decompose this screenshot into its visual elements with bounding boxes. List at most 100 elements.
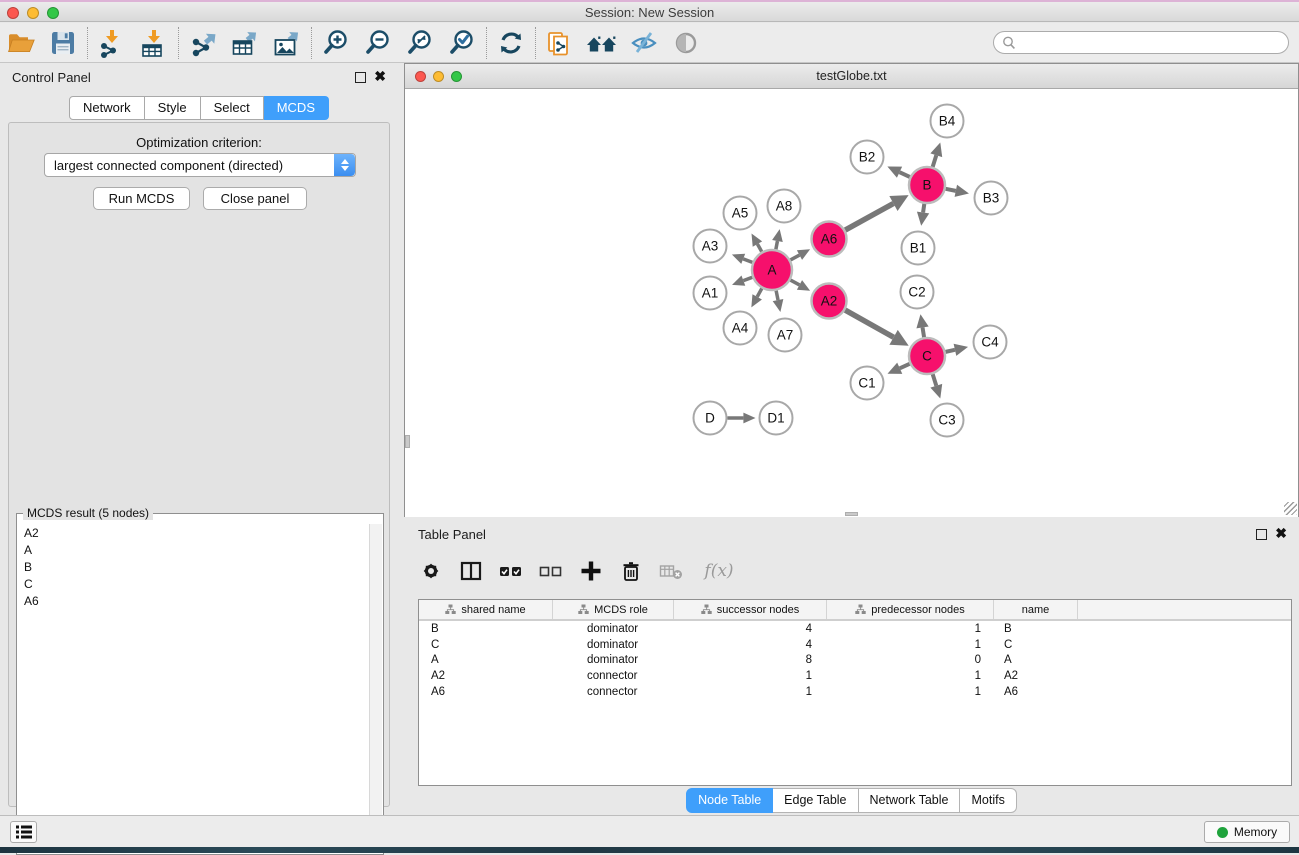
- window-resize-grip[interactable]: [1284, 502, 1297, 515]
- result-list-item[interactable]: B: [18, 558, 370, 575]
- tab-motifs[interactable]: Motifs: [960, 788, 1016, 813]
- cell-predecessor-nodes[interactable]: 1: [827, 686, 994, 698]
- export-image-button[interactable]: [266, 25, 308, 61]
- cell-successor-nodes[interactable]: 8: [674, 654, 827, 666]
- cell-predecessor-nodes[interactable]: 1: [827, 623, 994, 635]
- deselect-all-button[interactable]: [538, 557, 564, 585]
- cell-name[interactable]: A2: [994, 670, 1078, 682]
- edge-C-C2[interactable]: [923, 327, 925, 337]
- edge-A-A7[interactable]: [776, 291, 778, 300]
- cell-shared-name[interactable]: A: [419, 654, 553, 666]
- edge-A-A2[interactable]: [790, 280, 799, 285]
- hide-graphics-details-button[interactable]: [623, 25, 665, 61]
- result-list-item[interactable]: A6: [18, 592, 370, 609]
- select-all-button[interactable]: [498, 557, 524, 585]
- cell-predecessor-nodes[interactable]: 1: [827, 639, 994, 651]
- result-list-item[interactable]: A: [18, 541, 370, 558]
- cell-name[interactable]: C: [994, 639, 1078, 651]
- cell-shared-name[interactable]: A2: [419, 670, 553, 682]
- home-button[interactable]: [581, 25, 623, 61]
- function-builder-button[interactable]: f(x): [698, 557, 740, 585]
- save-session-button[interactable]: [42, 25, 84, 61]
- network-window-titlebar[interactable]: testGlobe.txt: [405, 64, 1298, 89]
- edge-A6-B[interactable]: [845, 203, 893, 230]
- table-row[interactable]: Cdominator41C: [419, 637, 1291, 653]
- import-table-button[interactable]: [133, 25, 175, 61]
- float-panel-icon[interactable]: [1256, 529, 1267, 540]
- edge-A-A5[interactable]: [757, 244, 761, 252]
- edge-A-A1[interactable]: [743, 277, 752, 280]
- cell-name[interactable]: A6: [994, 686, 1078, 698]
- result-list-item[interactable]: A2: [18, 524, 370, 541]
- cell-MCDS-role[interactable]: dominator: [553, 623, 674, 635]
- cell-shared-name[interactable]: B: [419, 623, 553, 635]
- edge-B-B1[interactable]: [923, 204, 924, 213]
- network-horizontal-scrollbar[interactable]: [845, 512, 858, 516]
- tab-style[interactable]: Style: [145, 96, 201, 120]
- open-network-documents-button[interactable]: [539, 25, 581, 61]
- tab-edge-table[interactable]: Edge Table: [773, 788, 858, 813]
- edge-A2-C[interactable]: [845, 310, 893, 337]
- table-row[interactable]: A6connector11A6: [419, 684, 1291, 700]
- zoom-out-button[interactable]: [357, 25, 399, 61]
- export-table-button[interactable]: [224, 25, 266, 61]
- cell-successor-nodes[interactable]: 4: [674, 639, 827, 651]
- edge-A-A6[interactable]: [790, 255, 799, 260]
- edge-A-A4[interactable]: [757, 288, 762, 296]
- edge-A-A3[interactable]: [743, 259, 752, 263]
- edge-B-B3[interactable]: [946, 189, 956, 191]
- zoom-fit-button[interactable]: [399, 25, 441, 61]
- node-table[interactable]: shared nameMCDS rolesuccessor nodesprede…: [418, 599, 1292, 786]
- tab-network[interactable]: Network: [69, 96, 145, 120]
- delete-columns-button[interactable]: [618, 557, 644, 585]
- cell-shared-name[interactable]: A6: [419, 686, 553, 698]
- edge-C-C4[interactable]: [946, 350, 955, 352]
- open-session-button[interactable]: [0, 25, 42, 61]
- cell-predecessor-nodes[interactable]: 0: [827, 654, 994, 666]
- cell-name[interactable]: A: [994, 654, 1078, 666]
- edge-C-C3[interactable]: [933, 374, 937, 386]
- export-network-button[interactable]: [182, 25, 224, 61]
- close-panel-icon[interactable]: ✖: [1275, 525, 1287, 541]
- result-list-item[interactable]: C: [18, 575, 370, 592]
- zoom-selected-button[interactable]: [441, 25, 483, 61]
- import-network-button[interactable]: [91, 25, 133, 61]
- cell-MCDS-role[interactable]: dominator: [553, 639, 674, 651]
- tab-node-table[interactable]: Node Table: [686, 788, 773, 813]
- edge-C-C1[interactable]: [900, 364, 910, 368]
- create-new-column-button[interactable]: [578, 557, 604, 585]
- edge-B-B4[interactable]: [933, 155, 937, 167]
- cell-MCDS-role[interactable]: dominator: [553, 654, 674, 666]
- cell-successor-nodes[interactable]: 1: [674, 670, 827, 682]
- table-row[interactable]: A2connector11A2: [419, 668, 1291, 684]
- cell-predecessor-nodes[interactable]: 1: [827, 670, 994, 682]
- column-header-successor-nodes[interactable]: successor nodes: [674, 600, 827, 619]
- column-header-MCDS-role[interactable]: MCDS role: [553, 600, 674, 619]
- column-header-predecessor-nodes[interactable]: predecessor nodes: [827, 600, 994, 619]
- network-vertical-scrollbar[interactable]: [405, 435, 410, 448]
- delete-table-button[interactable]: [658, 557, 684, 585]
- close-panel-button[interactable]: Close panel: [203, 187, 307, 210]
- edge-B-B2[interactable]: [900, 172, 910, 177]
- optimization-criterion-dropdown[interactable]: largest connected component (directed): [44, 153, 356, 177]
- search-input[interactable]: [1017, 34, 1288, 52]
- search-field[interactable]: [993, 31, 1289, 54]
- cell-MCDS-role[interactable]: connector: [553, 686, 674, 698]
- table-row[interactable]: Adominator80A: [419, 653, 1291, 669]
- table-row[interactable]: Bdominator41B: [419, 621, 1291, 637]
- close-panel-icon[interactable]: ✖: [374, 68, 386, 84]
- cell-MCDS-role[interactable]: connector: [553, 670, 674, 682]
- show-task-history-button[interactable]: [10, 821, 37, 843]
- cell-successor-nodes[interactable]: 1: [674, 686, 827, 698]
- float-panel-icon[interactable]: [355, 72, 366, 83]
- column-header-shared-name[interactable]: shared name: [419, 600, 553, 619]
- memory-button[interactable]: Memory: [1204, 821, 1290, 843]
- change-table-mode-button[interactable]: [418, 557, 444, 585]
- cell-successor-nodes[interactable]: 4: [674, 623, 827, 635]
- tab-network-table[interactable]: Network Table: [859, 788, 961, 813]
- column-header-name[interactable]: name: [994, 600, 1078, 619]
- run-mcds-button[interactable]: Run MCDS: [93, 187, 190, 210]
- network-canvas[interactable]: AA6A2BCA5A8A3A1A4A7B2B4B3B1C2C1C4C3DD1: [405, 90, 1298, 517]
- show-column-settings-button[interactable]: [458, 557, 484, 585]
- edge-A-A8[interactable]: [776, 241, 778, 249]
